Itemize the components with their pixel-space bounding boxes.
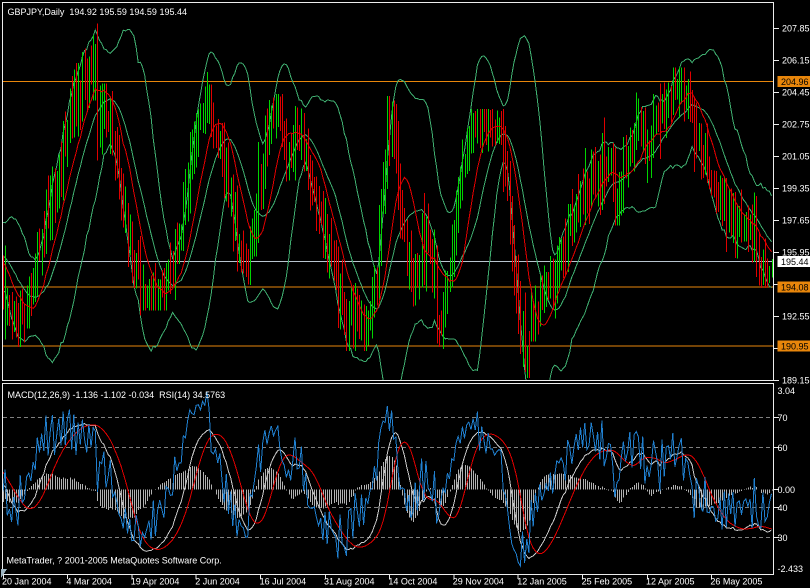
svg-text:29 Nov 2004: 29 Nov 2004 <box>453 577 504 587</box>
svg-text:40: 40 <box>778 503 788 513</box>
svg-text:204.96: 204.96 <box>781 77 809 87</box>
svg-text:MACD(12,26,9) -1.136 -1.102 -0: MACD(12,26,9) -1.136 -1.102 -0.034 RSI(1… <box>8 390 226 400</box>
svg-text:2 Jun 2004: 2 Jun 2004 <box>195 577 240 587</box>
svg-text:GBPJPY,Daily 194.92 195.59 19: GBPJPY,Daily 194.92 195.59 194.59 195.44 <box>8 7 187 17</box>
svg-text:31 Aug 2004: 31 Aug 2004 <box>324 577 375 587</box>
svg-text:0.00: 0.00 <box>778 485 796 495</box>
svg-text:192.55: 192.55 <box>782 312 810 322</box>
svg-text:16 Jul 2004: 16 Jul 2004 <box>260 577 307 587</box>
svg-text:26 May 2005: 26 May 2005 <box>710 577 762 587</box>
svg-text:19 Apr 2004: 19 Apr 2004 <box>131 577 180 587</box>
svg-text:30: 30 <box>778 533 788 543</box>
svg-text:14 Oct 2004: 14 Oct 2004 <box>388 577 437 587</box>
svg-text:25 Feb 2005: 25 Feb 2005 <box>582 577 633 587</box>
svg-text:12 Jan 2005: 12 Jan 2005 <box>517 577 567 587</box>
svg-text:20 Jan 2004: 20 Jan 2004 <box>2 577 52 587</box>
svg-text:202.75: 202.75 <box>782 120 810 130</box>
svg-text:4 Mar 2004: 4 Mar 2004 <box>66 577 112 587</box>
svg-text:70: 70 <box>778 413 788 423</box>
svg-text:60: 60 <box>778 443 788 453</box>
svg-text:207.85: 207.85 <box>782 24 810 34</box>
svg-text:199.35: 199.35 <box>782 184 810 194</box>
svg-text:MetaTrader, ? 2001-2005 MetaQu: MetaTrader, ? 2001-2005 MetaQuotes Softw… <box>7 556 222 566</box>
svg-text:195.44: 195.44 <box>781 257 809 267</box>
svg-text:3.04: 3.04 <box>778 386 796 396</box>
svg-text:197.65: 197.65 <box>782 216 810 226</box>
svg-text:189.15: 189.15 <box>782 376 810 386</box>
svg-text:201.05: 201.05 <box>782 152 810 162</box>
svg-text:204.45: 204.45 <box>782 88 810 98</box>
svg-text:190.95: 190.95 <box>781 342 809 352</box>
svg-text:206.15: 206.15 <box>782 56 810 66</box>
svg-text:194.08: 194.08 <box>781 283 809 293</box>
svg-text:12 Apr 2005: 12 Apr 2005 <box>646 577 695 587</box>
svg-text:-2.433: -2.433 <box>778 564 804 574</box>
